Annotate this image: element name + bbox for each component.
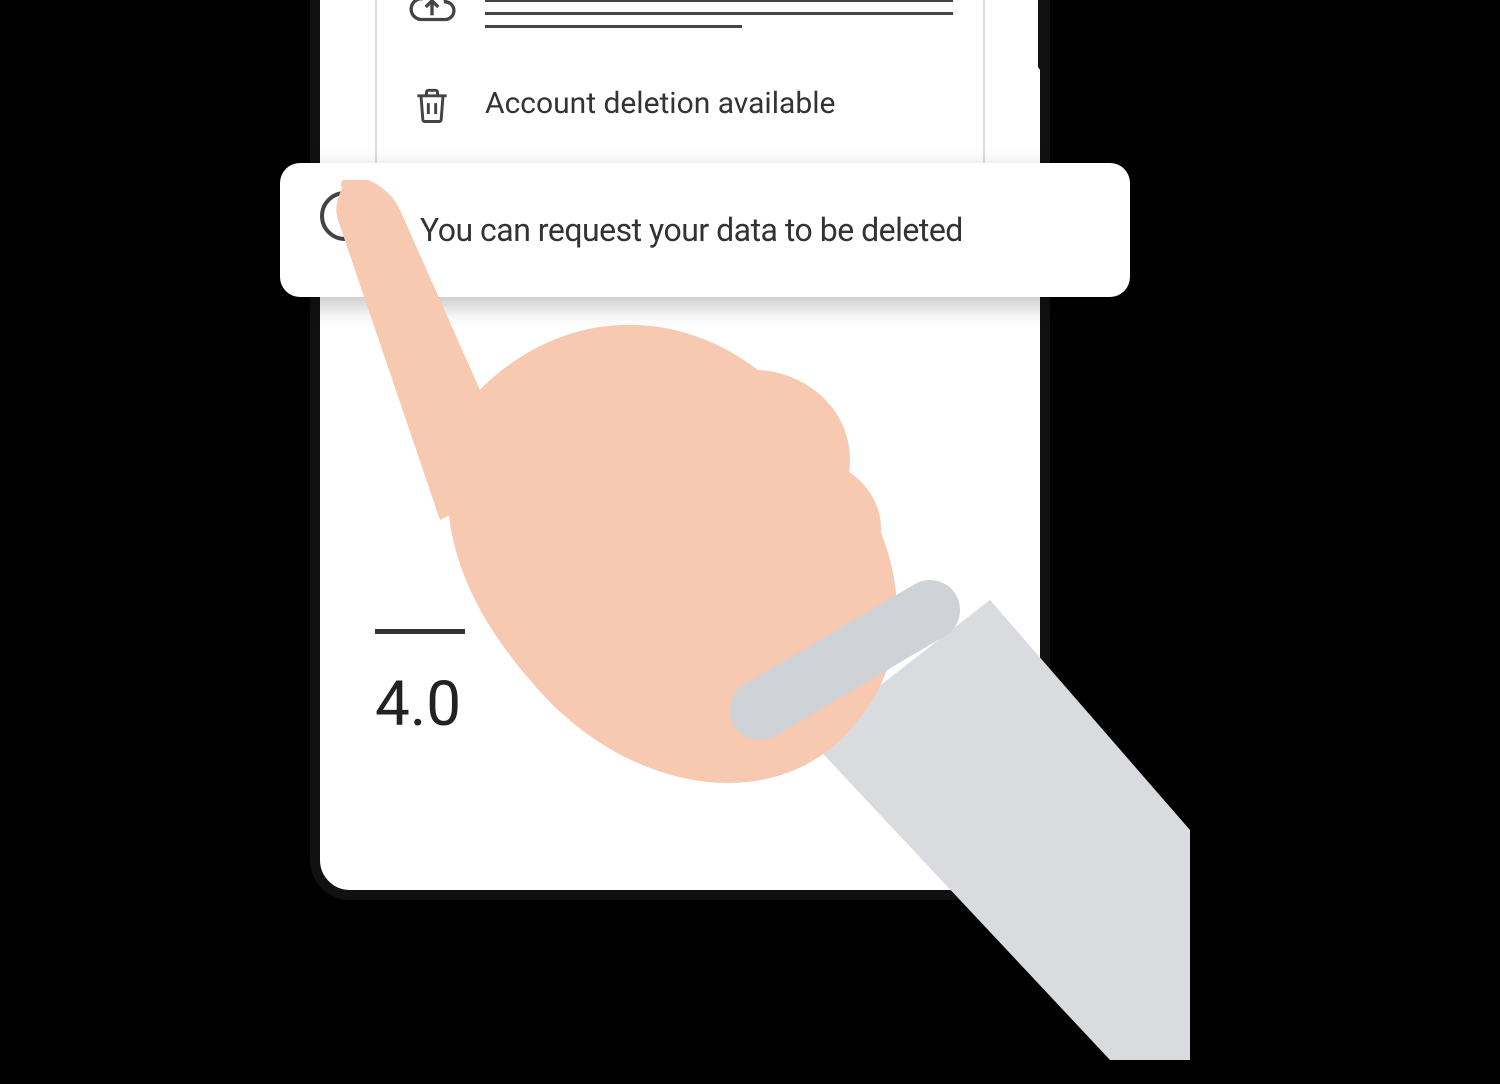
phone-frame: Account deletion available 4.0	[310, 0, 1050, 900]
rating-value: 4.0	[375, 668, 461, 741]
cloud-upload-icon	[407, 0, 457, 32]
tooltip-text: You can request your data to be deleted	[420, 211, 1082, 249]
account-deletion-title: Account deletion available	[485, 80, 953, 121]
list-row-cloud	[407, 0, 953, 32]
trash-icon	[407, 80, 457, 130]
tooltip-popup: You can request your data to be deleted	[280, 163, 1130, 297]
list-row-account-deletion[interactable]: Account deletion available	[407, 80, 953, 131]
phone-power-button	[1038, 0, 1048, 70]
rating-row[interactable]	[375, 610, 985, 652]
arrow-right-icon[interactable]	[947, 610, 985, 652]
placeholder-lines	[485, 0, 953, 28]
rating-title-placeholder	[375, 629, 465, 634]
touch-ring-icon	[320, 191, 370, 241]
